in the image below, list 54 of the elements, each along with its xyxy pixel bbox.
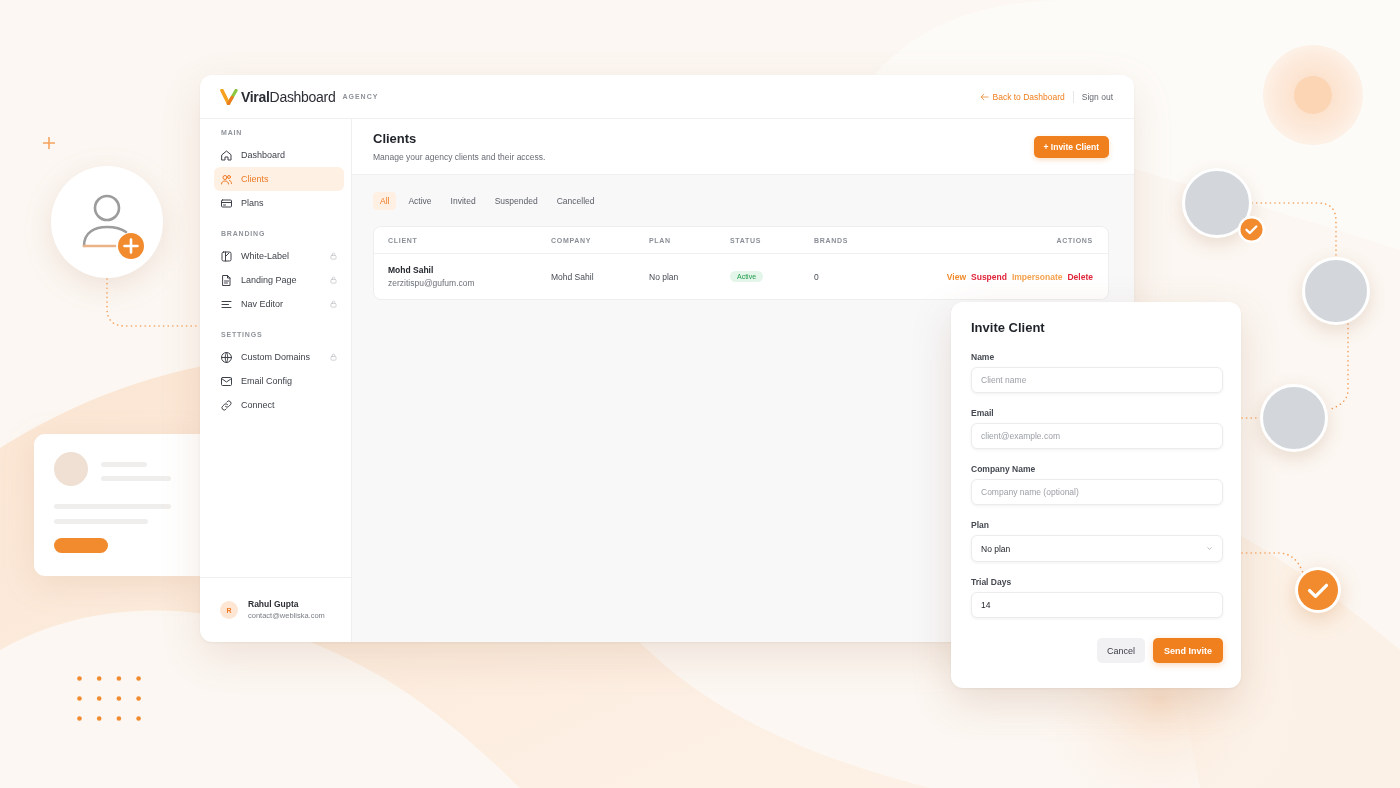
dialog-title: Invite Client — [971, 320, 1046, 336]
company-name-field[interactable]: Company name (optional) — [971, 479, 1223, 505]
trial-days-field[interactable]: 14 — [971, 592, 1223, 618]
client-name: Mohd Sahil — [388, 263, 435, 277]
dotted-connector — [1241, 552, 1304, 574]
filter-tab[interactable]: Cancelled — [549, 192, 602, 210]
check-icon — [1295, 567, 1341, 613]
logo-icon — [220, 88, 238, 105]
link-icon — [221, 399, 232, 411]
plan-select[interactable]: No plan — [971, 535, 1223, 562]
table-cell-text: No plan — [649, 271, 680, 282]
table-cell-text: Mohd Sahil — [551, 271, 595, 282]
sidebar-item[interactable]: White-Label — [214, 244, 344, 268]
suspend-link[interactable]: Suspend — [971, 271, 1007, 282]
logo-text: ViralDashboard — [241, 88, 336, 105]
field-label: Plan — [971, 519, 990, 531]
page-subtitle: Manage your agency clients and their access. — [373, 152, 546, 162]
arrow-left-icon — [979, 92, 989, 101]
sidebar-item[interactable]: Nav Editor — [214, 292, 344, 316]
filter-tab[interactable]: Active — [401, 192, 439, 210]
page-title: Clients — [373, 131, 418, 147]
card-icon — [221, 197, 232, 209]
layout-icon — [221, 250, 232, 262]
field-label: Email — [971, 407, 995, 419]
field-label: Name — [971, 351, 996, 363]
name-field[interactable]: Client name — [971, 367, 1223, 393]
sign-out-link[interactable]: Sign out — [1081, 91, 1113, 102]
sidebar-item[interactable]: Custom Domains — [214, 345, 344, 369]
filter-tab[interactable]: Invited — [443, 192, 483, 210]
client-email: zerzitispu@gufum.com — [388, 276, 476, 290]
table-cell-text: 0 — [814, 271, 820, 282]
user-name: Rahul Gupta — [248, 599, 300, 610]
sidebar-item[interactable]: Dashboard — [214, 143, 344, 167]
user-add-icon — [51, 166, 163, 278]
filter-tab[interactable]: Suspended — [487, 192, 545, 210]
chevron-down-icon — [1206, 546, 1213, 551]
email-field[interactable]: client@example.com — [971, 423, 1223, 449]
users-icon — [221, 173, 232, 185]
cancel-button[interactable]: Cancel — [1096, 638, 1145, 663]
sidebar-item[interactable]: Plans — [214, 191, 344, 215]
field-label: Company Name — [971, 463, 1037, 475]
document-icon — [221, 274, 232, 286]
sidebar-item[interactable]: Landing Page — [214, 268, 344, 292]
dotted-connector — [1241, 417, 1260, 419]
field-label: Trial Days — [971, 576, 1013, 588]
plus-icon — [43, 137, 55, 149]
sidebar-item[interactable]: Connect — [214, 393, 344, 417]
delete-link[interactable]: Delete — [1067, 271, 1093, 282]
globe-icon — [221, 351, 232, 363]
home-icon — [221, 149, 232, 161]
dot-pattern-drawing — [77, 676, 141, 721]
menu-icon — [221, 298, 232, 310]
sidebar-item[interactable]: Email Config — [214, 369, 344, 393]
mail-icon — [221, 375, 232, 387]
